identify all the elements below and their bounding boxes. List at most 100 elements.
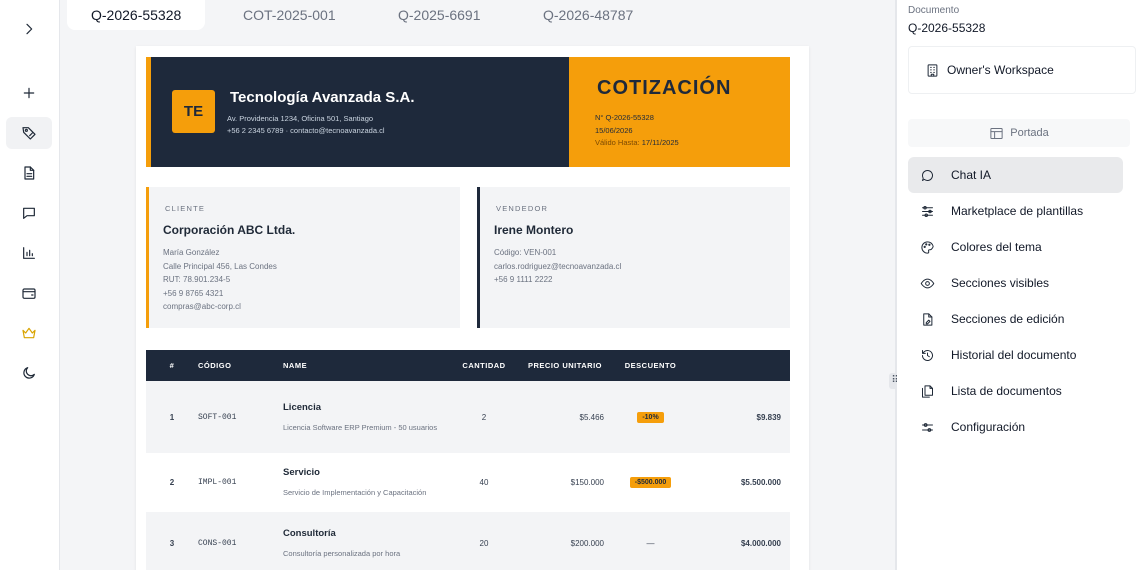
menu-item-label: Secciones visibles — [951, 276, 1050, 290]
quote-page: TE Tecnología Avanzada S.A. Av. Providen… — [136, 46, 809, 570]
left-rail — [0, 0, 60, 570]
tab-cot-2025-001[interactable]: COT-2025-001 — [243, 0, 336, 30]
client-address: Calle Principal 456, Las Condes — [163, 262, 277, 271]
tag-icon[interactable] — [6, 117, 52, 149]
eye-icon — [920, 278, 935, 288]
client-kicker: CLIENTE — [165, 204, 206, 213]
item-title: Consultoría — [283, 527, 336, 539]
items-table: # CÓDIGO NAME CANTIDAD PRECIO UNITARIO D… — [146, 350, 790, 570]
item-unit-price: $5.466 — [518, 381, 612, 453]
wallet-icon[interactable] — [6, 277, 52, 309]
valid-until-label: Válido Hasta: — [595, 138, 640, 147]
item-quantity: 20 — [450, 512, 518, 570]
document-type: COTIZACIÓN — [597, 77, 732, 99]
portada-button[interactable]: Portada — [908, 119, 1130, 147]
palette-icon — [921, 240, 934, 254]
table-row[interactable]: 1 SOFT-001 Licencia Licencia Software ER… — [146, 381, 790, 453]
item-code: CONS-001 — [198, 512, 283, 570]
table-row[interactable]: 2 IMPL-001 Servicio Servicio de Implemen… — [146, 453, 790, 512]
company-contact: +56 2 2345 6789 · contacto@tecnoavanzada… — [227, 126, 385, 135]
client-contact-person: María González — [163, 248, 220, 257]
menu-item-visible-sections[interactable]: Secciones visibles — [908, 265, 1123, 301]
moon-icon[interactable] — [6, 357, 52, 389]
menu-item-document-history[interactable]: Historial del documento — [908, 337, 1123, 373]
menu-item-label: Lista de documentos — [951, 384, 1062, 398]
item-total: $4.000.000 — [689, 512, 790, 570]
menu-item-theme-colors[interactable]: Colores del tema — [908, 229, 1123, 265]
company-name: Tecnología Avanzada S.A. — [230, 89, 415, 106]
menu-item-chat-ia[interactable]: Chat IA — [908, 157, 1123, 193]
item-number: 3 — [146, 512, 198, 570]
item-number: 1 — [146, 381, 198, 453]
chat-icon — [921, 169, 933, 181]
document-tabs: Q-2026-55328 COT-2025-001 Q-2025-6691 Q-… — [61, 0, 895, 30]
quote-date: 15/06/2026 — [595, 126, 633, 135]
document-canvas: TE Tecnología Avanzada S.A. Av. Providen… — [61, 30, 895, 570]
chat-icon[interactable] — [6, 197, 52, 229]
client-name: Corporación ABC Ltda. — [163, 223, 296, 237]
discount-badge: -10% — [637, 411, 664, 423]
bar-chart-icon[interactable] — [6, 237, 52, 269]
item-number: 2 — [146, 453, 198, 512]
item-unit-price: $200.000 — [518, 512, 612, 570]
tab-q-2025-6691[interactable]: Q-2025-6691 — [398, 0, 481, 30]
item-quantity: 2 — [450, 381, 518, 453]
document-label: Documento — [908, 5, 960, 16]
col-code-header: CÓDIGO — [198, 350, 283, 381]
item-description: Licencia Licencia Software ERP Premium -… — [283, 381, 450, 453]
item-total: $9.839 — [689, 381, 790, 453]
document-icon[interactable] — [6, 157, 52, 189]
menu-item-label: Secciones de edición — [951, 312, 1065, 326]
client-card: CLIENTE Corporación ABC Ltda. María Gonz… — [146, 187, 460, 328]
quote-valid-until: Válido Hasta: 17/11/2025 — [595, 138, 679, 147]
item-unit-price: $150.000 — [518, 453, 612, 512]
tab-q-2026-48787[interactable]: Q-2026-48787 — [543, 0, 633, 30]
discount-badge: -$500.000 — [629, 477, 672, 488]
workspace-selector[interactable]: Owner's Workspace — [908, 46, 1136, 94]
item-discount-cell: -$500.000 — [612, 453, 689, 512]
col-number-header: # — [146, 350, 198, 381]
seller-email: carlos.rodriguez@tecnoavanzada.cl — [494, 262, 622, 271]
item-title: Servicio — [283, 467, 320, 478]
seller-kicker: VENDEDOR — [496, 204, 549, 213]
tab-q-2026-55328[interactable]: Q-2026-55328 — [67, 0, 206, 30]
client-rut: RUT: 78.901.234-5 — [163, 275, 231, 284]
menu-item-label: Colores del tema — [951, 240, 1042, 254]
item-quantity: 40 — [450, 453, 518, 512]
item-subtitle: Consultoría personalizada por hora — [283, 548, 401, 558]
menu-item-marketplace[interactable]: Marketplace de plantillas — [908, 193, 1123, 229]
layout-icon — [990, 127, 1003, 139]
menu-item-label: Historial del documento — [951, 348, 1077, 362]
menu-item-edit-sections[interactable]: Secciones de edición — [908, 301, 1123, 337]
item-discount-cell: -10% — [612, 381, 689, 453]
crown-icon[interactable] — [6, 317, 52, 349]
files-icon — [922, 384, 933, 398]
menu-item-label: Chat IA — [951, 168, 992, 182]
file-edit-icon — [923, 312, 933, 326]
document-id: Q-2026-55328 — [908, 21, 986, 35]
seller-card: VENDEDOR Irene Montero Código: VEN-001 c… — [477, 187, 790, 328]
company-address: Av. Providencia 1234, Oficina 501, Santi… — [227, 114, 374, 123]
company-block: TE Tecnología Avanzada S.A. Av. Providen… — [146, 57, 569, 167]
table-header-row: # CÓDIGO NAME CANTIDAD PRECIO UNITARIO D… — [146, 350, 790, 381]
valid-until-date: 17/11/2025 — [641, 138, 679, 147]
chevron-right-icon[interactable] — [6, 13, 52, 45]
menu-item-document-list[interactable]: Lista de documentos — [908, 373, 1123, 409]
seller-name: Irene Montero — [494, 223, 574, 237]
right-panel: Documento Q-2026-55328 Owner's Workspace… — [897, 0, 1136, 570]
sliders-icon — [922, 205, 933, 217]
portada-label: Portada — [1010, 127, 1049, 139]
col-unit-price-header: PRECIO UNITARIO — [518, 350, 612, 381]
item-code: SOFT-001 — [198, 381, 283, 453]
item-title: Licencia — [283, 401, 322, 413]
item-subtitle: Servicio de Implementación y Capacitació… — [283, 488, 427, 497]
item-subtitle: Licencia Software ERP Premium - 50 usuar… — [283, 422, 438, 432]
building-icon — [927, 63, 938, 77]
col-discount-header: DESCUENTO — [612, 350, 689, 381]
client-phone: +56 9 8765 4321 — [163, 289, 224, 298]
col-total-header — [689, 350, 790, 381]
table-row[interactable]: 3 CONS-001 Consultoría Consultoría perso… — [146, 512, 790, 570]
quote-header: TE Tecnología Avanzada S.A. Av. Providen… — [146, 57, 790, 167]
plus-icon[interactable] — [6, 77, 52, 109]
menu-item-settings[interactable]: Configuración — [908, 409, 1123, 445]
